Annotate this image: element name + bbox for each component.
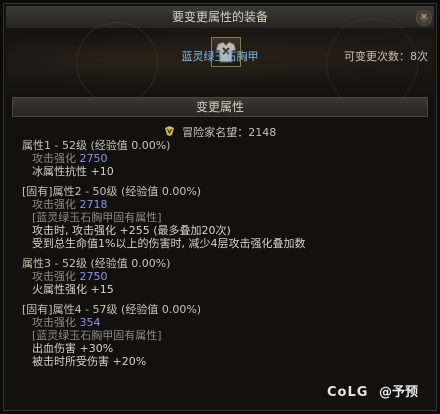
attack-boost-label: 攻击强化 [32,316,76,329]
attack-boost-line: 攻击强化 354 [22,316,422,329]
change-count: 可变更次数：8次 [344,50,428,63]
intrinsic-attribute-note: [蓝灵绿玉石胸甲固有属性] [32,211,162,224]
attribute-list: 属性1 - 52级 (经验值 0.00%) 攻击强化 2750 冰属性抗性 +1… [22,139,422,368]
renown-crest-icon [164,126,175,139]
watermark: CoLG @予预 [327,381,418,400]
attack-boost-label: 攻击强化 [32,152,76,165]
attribute-effect: 被击时所受伤害 +20% [32,355,147,368]
attribute-title: [固有]属性4 - 57级 (经验值 0.00%) [22,303,202,316]
watermark-handle: @予预 [378,385,418,400]
attack-boost-value: 2750 [79,152,108,165]
renown-text: 冒险家名望：2148 [182,126,277,139]
intrinsic-attribute-note: [蓝灵绿玉石胸甲固有属性] [32,329,162,342]
attribute-title: 属性3 - 52级 (经验值 0.00%) [22,257,171,270]
attack-boost-line: 攻击强化 2750 [22,270,422,283]
attack-boost-value: 2718 [79,198,108,211]
attack-boost-label: 攻击强化 [32,270,76,283]
section-change-attributes: 变更属性 [12,97,428,117]
attribute-title: [固有]属性2 - 50级 (经验值 0.00%) [22,185,202,198]
attribute-effect: 冰属性抗性 +10 [32,165,114,178]
attack-boost-value: 354 [79,316,101,329]
attribute-title: 属性1 - 52级 (经验值 0.00%) [22,139,171,152]
attack-boost-label: 攻击强化 [32,198,76,211]
attribute-effect: 受到总生命值1%以上的伤害时, 减少4层攻击强化叠加数 [32,237,306,250]
close-icon[interactable]: × [416,10,432,26]
adventurer-renown: 冒险家名望：2148 [0,124,440,140]
attribute-effect: 攻击时, 攻击强化 +255 (最多叠加20次) [32,224,231,237]
attack-boost-line: 攻击强化 2750 [22,152,422,165]
attribute-effect: 火属性强化 +15 [32,283,114,296]
attribute-effect: 出血伤害 +30% [32,342,114,355]
colg-logo: CoLG [327,385,369,400]
attack-boost-line: 攻击强化 2718 [22,198,422,211]
attack-boost-value: 2750 [79,270,108,283]
dialog-title: 要变更属性的装备 [171,10,268,24]
